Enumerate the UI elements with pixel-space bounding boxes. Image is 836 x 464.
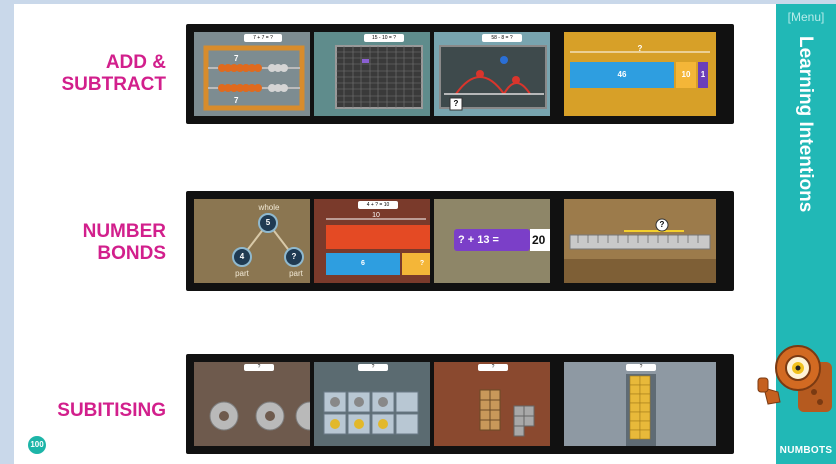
sub-header-3: ? [491,364,495,370]
sub-header-2: ? [371,364,375,370]
bonds-part-left: part [235,269,249,278]
bonds-left-value: 4 [239,252,245,261]
thumb-nut-grid[interactable]: ? [314,362,430,446]
bonds-part-right: part [289,269,303,278]
page-number-badge: 100 [28,436,46,454]
bar-value-a: 46 [617,70,627,79]
thumb-equation[interactable]: ? + 13 = 20 [434,199,550,283]
label-subitising: SUBITISING [57,400,166,421]
thumb-gears[interactable]: ? [194,362,310,446]
abacus-header: 7 + 7 = ? [253,35,273,41]
sub-header-4: ? [639,364,643,370]
thumb-ruler[interactable]: ? [564,199,716,283]
thumb-bars-to-ten[interactable]: 4 + ? = 10 10 6 ? [314,199,430,283]
strip-add-subtract: 7 + 7 = ? 7 7 15 - 10 = ? 58 - 8 = ? ? ?… [186,24,734,124]
abacus-bottom-value: 7 [234,96,239,105]
thumb-part-whole[interactable]: whole 5 4 ? part part [194,199,310,283]
bar-value-c: 1 [700,70,706,79]
strip-subitising: ? ? ? ? [186,354,734,454]
thumb-crates[interactable]: ? [434,362,550,446]
thumb-abacus[interactable]: 7 + 7 = ? 7 7 [194,32,310,116]
grid-header: 15 - 10 = ? [371,35,397,41]
thumb-number-line[interactable]: 58 - 8 = ? ? [434,32,550,116]
sidebar-title: Learning Intentions [786,36,826,256]
strip-number-bonds: whole 5 4 ? part part 4 + ? = 10 10 6 ? [186,191,734,291]
equation-text: ? + 13 = [458,234,499,246]
thumb-bar-model[interactable]: ? 46 10 1 [564,32,716,116]
bonds-top-value: 5 [265,218,271,227]
bar-value-b: 10 [681,70,691,79]
sub-header-1: ? [257,364,261,370]
bonds-right-value: ? [291,252,297,261]
bar-header: ? [637,44,643,53]
menu-link[interactable]: [Menu] [776,10,836,24]
bars10-value-b: ? [419,260,425,267]
label-number-bonds: NUMBER BONDS [82,221,166,264]
label-add-subtract: ADD & SUBTRACT [61,52,167,95]
numberline-header: 58 - 8 = ? [491,35,513,41]
thumb-hundred-grid[interactable]: 15 - 10 = ? [314,32,430,116]
numberline-box: ? [453,99,459,108]
slide: ADD & SUBTRACT NUMBER BONDS SUBITISING 7… [14,4,836,464]
brand-logo: NUMBOTS [779,445,833,456]
robot-mascot-icon [754,332,836,428]
bars10-value-a: 6 [361,260,365,267]
abacus-top-value: 7 [234,54,239,63]
bars10-header: 4 + ? = 10 [366,202,390,208]
bars10-total: 10 [372,212,380,219]
sidebar-title-text: Learning Intentions [795,36,816,213]
ruler-box: ? [659,220,665,229]
sidebar: [Menu] Learning Intentions NUMBOTS [757,4,836,464]
bonds-whole-label: whole [258,203,280,212]
thumb-tower[interactable]: ? [564,362,716,446]
equation-answer: 20 [532,233,546,247]
